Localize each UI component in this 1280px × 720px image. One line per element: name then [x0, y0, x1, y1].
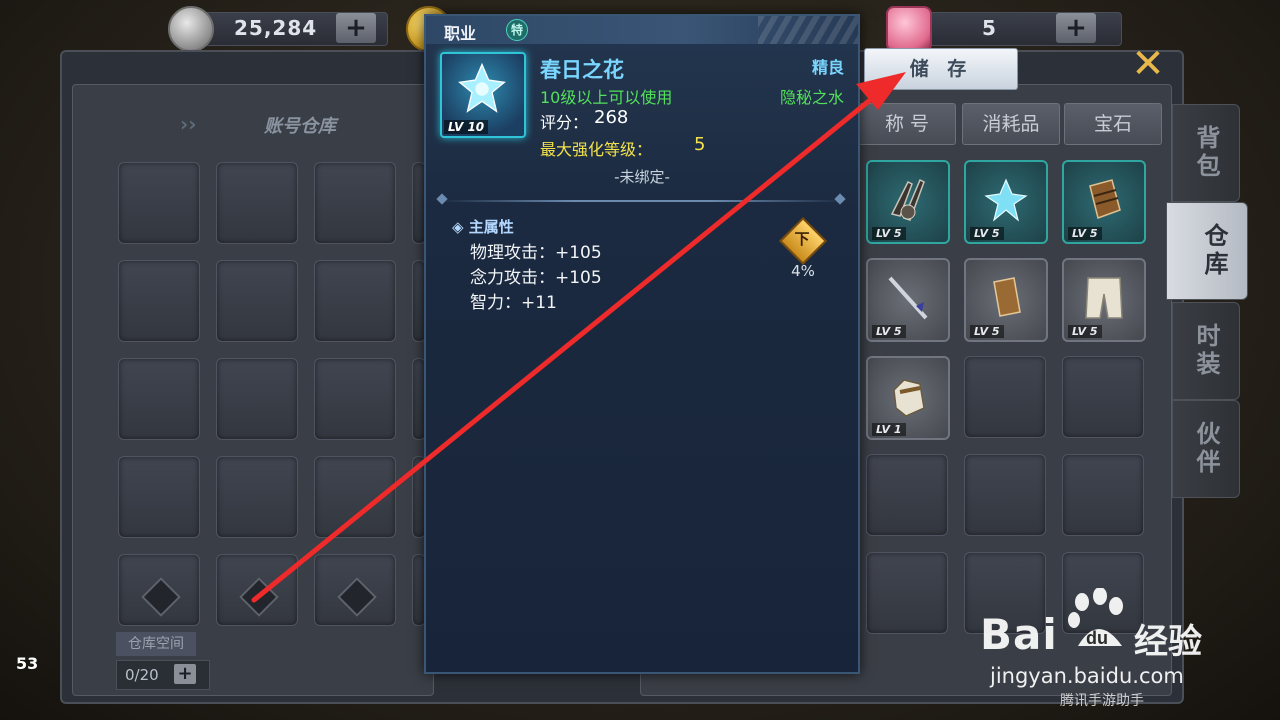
tab-titles[interactable]: 称 号	[858, 103, 956, 145]
warehouse-slot[interactable]	[216, 358, 298, 440]
inventory-item[interactable]: LV 5	[964, 258, 1048, 342]
main-attribute-title: 主属性	[468, 218, 514, 236]
warehouse-slot[interactable]	[314, 162, 396, 244]
close-icon[interactable]: ✕	[1126, 44, 1170, 84]
divider	[440, 200, 844, 202]
score-value: 268	[594, 107, 629, 128]
inventory-slot[interactable]	[1062, 454, 1144, 536]
warehouse-slot[interactable]	[118, 456, 200, 538]
crystal-flower-icon	[458, 62, 506, 113]
item-level-tag: LV 5	[1068, 227, 1102, 240]
fps-counter: 53	[16, 654, 39, 673]
inventory-item[interactable]: LV 5	[1062, 258, 1146, 342]
tooltip-header: 职业 特	[426, 16, 858, 44]
gem-currency-value: 5	[982, 16, 997, 40]
level-requirement: 10级以上可以使用	[540, 88, 673, 107]
account-warehouse-title: 账号仓库	[264, 116, 336, 137]
add-gem-button[interactable]: +	[1056, 13, 1096, 43]
locked-slot[interactable]	[314, 554, 396, 626]
header-stripes	[758, 16, 858, 44]
main-attribute-heading: ◈ 主属性	[452, 218, 514, 236]
item-level-tag: LV 5	[1068, 325, 1102, 338]
inventory-slot[interactable]	[964, 356, 1046, 438]
score-label: 评分：	[540, 113, 589, 132]
lock-icon	[337, 577, 377, 617]
item-name: 春日之花	[540, 58, 624, 82]
warehouse-slot[interactable]	[216, 162, 298, 244]
watermark-url: jingyan.baidu.com	[990, 664, 1184, 688]
item-level-tag: LV 5	[872, 227, 906, 240]
inventory-item[interactable]: LV 5	[964, 160, 1048, 244]
bind-status: -未绑定-	[614, 168, 670, 186]
inventory-slot[interactable]	[866, 552, 948, 634]
warehouse-slot[interactable]	[314, 358, 396, 440]
item-set-name: 隐秘之水	[779, 88, 844, 107]
attribute-psychic-attack: 念力攻击：+105	[470, 268, 602, 288]
gauntlet-claw-icon	[890, 178, 925, 221]
silver-currency-value: 25,284	[234, 16, 318, 40]
inventory-item[interactable]: LV 5	[866, 160, 950, 244]
item-level-tag: LV 1	[872, 423, 906, 436]
lock-icon	[239, 577, 279, 617]
spear-icon	[888, 276, 928, 320]
item-icon-box: LV 10	[440, 52, 526, 138]
item-level-tag: LV 5	[970, 227, 1004, 240]
watermark-logo-text: Bai	[980, 610, 1058, 659]
item-level-tag: LV 10	[444, 120, 489, 134]
expand-space-button[interactable]: +	[174, 664, 196, 684]
silver-coin-icon	[168, 6, 214, 52]
warehouse-slot[interactable]	[314, 260, 396, 342]
inventory-slot[interactable]	[964, 454, 1046, 536]
warehouse-slot[interactable]	[118, 358, 200, 440]
warehouse-slot[interactable]	[118, 260, 200, 342]
attribute-intelligence: 智力：+11	[470, 293, 557, 313]
inventory-slot[interactable]	[1062, 356, 1144, 438]
locked-slot[interactable]	[216, 554, 298, 626]
job-label: 职业	[444, 24, 477, 43]
paw-du-text: du	[1086, 628, 1108, 648]
inventory-item[interactable]: LV 1	[866, 356, 950, 440]
tab-consumables[interactable]: 消耗品	[962, 103, 1060, 145]
tab-gems[interactable]: 宝石	[1064, 103, 1162, 145]
max-enhance-label: 最大强化等级：	[540, 140, 653, 159]
inventory-item[interactable]: LV 5	[866, 258, 950, 342]
bracer-icon	[1089, 179, 1121, 219]
locked-slot[interactable]	[118, 554, 200, 626]
job-badge: 特	[506, 19, 528, 41]
item-level-tag: LV 5	[970, 325, 1004, 338]
warehouse-slot[interactable]	[314, 456, 396, 538]
item-tooltip: 职业 特 LV 10 春日之花 精良 10级以上可以使用 隐秘之水 评分： 26…	[424, 14, 860, 674]
compare-badge-text: 下	[794, 230, 810, 248]
lock-icon	[141, 577, 181, 617]
side-tab-fashion[interactable]: 时装	[1172, 302, 1240, 400]
side-tab-bag[interactable]: 背包	[1172, 104, 1240, 202]
side-tab-partner[interactable]: 伙伴	[1172, 400, 1240, 498]
add-silver-button[interactable]: +	[336, 13, 376, 43]
item-level-tag: LV 5	[872, 325, 906, 338]
side-tab-warehouse[interactable]: 仓库	[1166, 202, 1248, 300]
inventory-slot[interactable]	[866, 454, 948, 536]
warehouse-space-label: 仓库空间	[116, 632, 196, 656]
inventory-item[interactable]: LV 5	[1062, 160, 1146, 244]
warehouse-slot[interactable]	[216, 456, 298, 538]
store-button[interactable]: 储 存	[864, 48, 1018, 90]
warehouse-slot[interactable]	[216, 260, 298, 342]
pants-icon	[1085, 277, 1123, 319]
item-quality: 精良	[811, 58, 844, 77]
warehouse-slot[interactable]	[118, 162, 200, 244]
glove-icon	[893, 379, 925, 417]
gem-icon	[886, 6, 932, 52]
divider-diamond-icon	[834, 193, 846, 205]
watermark-jingyan: 经验	[1134, 622, 1202, 662]
compare-percent: 4%	[791, 262, 815, 280]
leather-bracer-icon	[993, 277, 1021, 317]
divider-diamond-icon	[436, 193, 448, 205]
blue-flower-icon	[984, 178, 1028, 222]
attribute-physical-attack: 物理攻击：+105	[470, 243, 602, 263]
watermark-tencent: 腾讯手游助手	[1060, 693, 1144, 709]
paw-icon: du	[1068, 588, 1123, 648]
max-enhance-value: 5	[694, 134, 706, 155]
